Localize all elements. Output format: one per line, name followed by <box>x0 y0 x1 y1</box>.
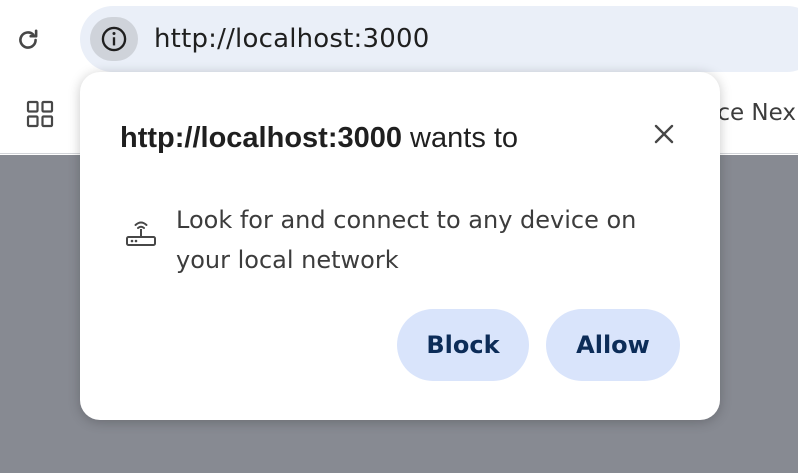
router-icon <box>126 221 156 246</box>
url-text[interactable]: http://localhost:3000 <box>154 22 430 56</box>
dialog-title: http://localhost:3000 wants to <box>120 120 518 156</box>
permission-description: Look for and connect to any device on yo… <box>176 206 637 274</box>
apps-button[interactable] <box>22 98 58 130</box>
bookmark-item[interactable]: ce Nex <box>717 96 796 130</box>
block-button[interactable]: Block <box>397 309 529 381</box>
site-info-button[interactable] <box>90 17 138 61</box>
info-icon <box>101 26 127 52</box>
apps-grid-icon <box>26 100 54 128</box>
dialog-title-suffix: wants to <box>402 122 519 154</box>
dialog-origin: http://localhost:3000 <box>120 122 402 154</box>
reload-button[interactable] <box>10 22 46 58</box>
permission-dialog: http://localhost:3000 wants to Look for … <box>80 72 720 420</box>
close-button[interactable] <box>646 116 682 152</box>
browser-toolbar: http://localhost:3000 <box>0 0 798 80</box>
close-icon <box>654 124 674 144</box>
allow-button[interactable]: Allow <box>546 309 680 381</box>
reload-icon <box>19 29 38 49</box>
